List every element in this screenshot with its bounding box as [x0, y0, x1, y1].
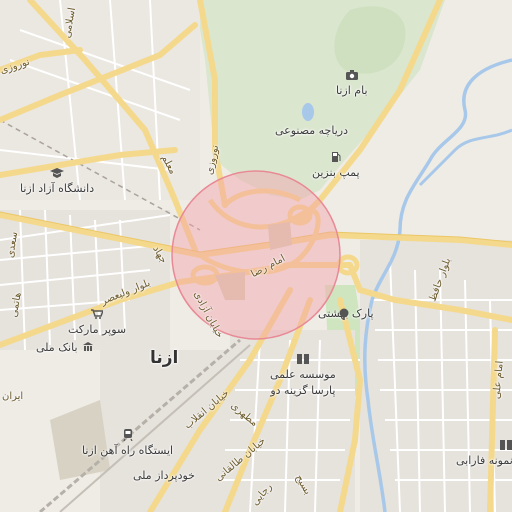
poi-label-line1: موسسه علمی	[270, 368, 336, 381]
poi-label: پمپ بنزین	[312, 166, 360, 179]
poi-label: نمونه فارابی	[456, 454, 512, 467]
map-canvas	[0, 0, 512, 512]
poi-farabi[interactable]: نمونه فارابی	[456, 438, 512, 466]
poi-label: دانشگاه آزاد ازنا	[20, 182, 95, 195]
poi-label-line2: پارسا گزینه دو	[270, 384, 336, 397]
poi-university[interactable]: دانشگاه آزاد ازنا	[20, 166, 94, 194]
book-icon	[499, 438, 512, 452]
poi-label: بانک ملی	[36, 340, 78, 354]
camera-icon	[345, 68, 359, 82]
fuel-pump-icon	[329, 150, 343, 164]
poi-lake[interactable]: دریاچه مصنوعی	[275, 125, 348, 136]
bank-icon	[81, 340, 95, 354]
map-view[interactable]: خیابان آزادی امام رضا جهاد بلوار ولیعصر …	[0, 0, 512, 512]
poi-bank[interactable]: بانک ملی	[36, 340, 95, 354]
poi-label: سوپر مارکت	[68, 323, 127, 336]
poi-gas-station[interactable]: پمپ بنزین	[312, 150, 360, 178]
tree-icon	[338, 305, 350, 324]
poi-supermarket[interactable]: سوپر مارکت	[68, 307, 126, 335]
highlight-circle	[171, 170, 341, 340]
river-branch	[418, 128, 512, 187]
poi-railway-station[interactable]: ایستگاه راه آهن ازنا	[82, 428, 173, 456]
graduation-cap-icon	[50, 166, 65, 180]
poi-institute[interactable]: موسسه علمی پارسا گزینه دو	[270, 352, 336, 396]
train-icon	[121, 428, 135, 442]
road-label-iran: ایران	[2, 391, 24, 402]
city-label: ازنا	[150, 348, 179, 368]
shopping-cart-icon	[90, 307, 104, 321]
lake-shape	[302, 103, 314, 121]
poi-label: ایستگاه راه آهن ازنا	[82, 444, 174, 457]
poi-bam-azna[interactable]: بام ازنا	[336, 68, 368, 96]
poi-label: بام ازنا	[336, 84, 368, 97]
book-icon	[296, 352, 310, 366]
poi-khodro[interactable]: خودپرداز ملی	[133, 470, 195, 481]
